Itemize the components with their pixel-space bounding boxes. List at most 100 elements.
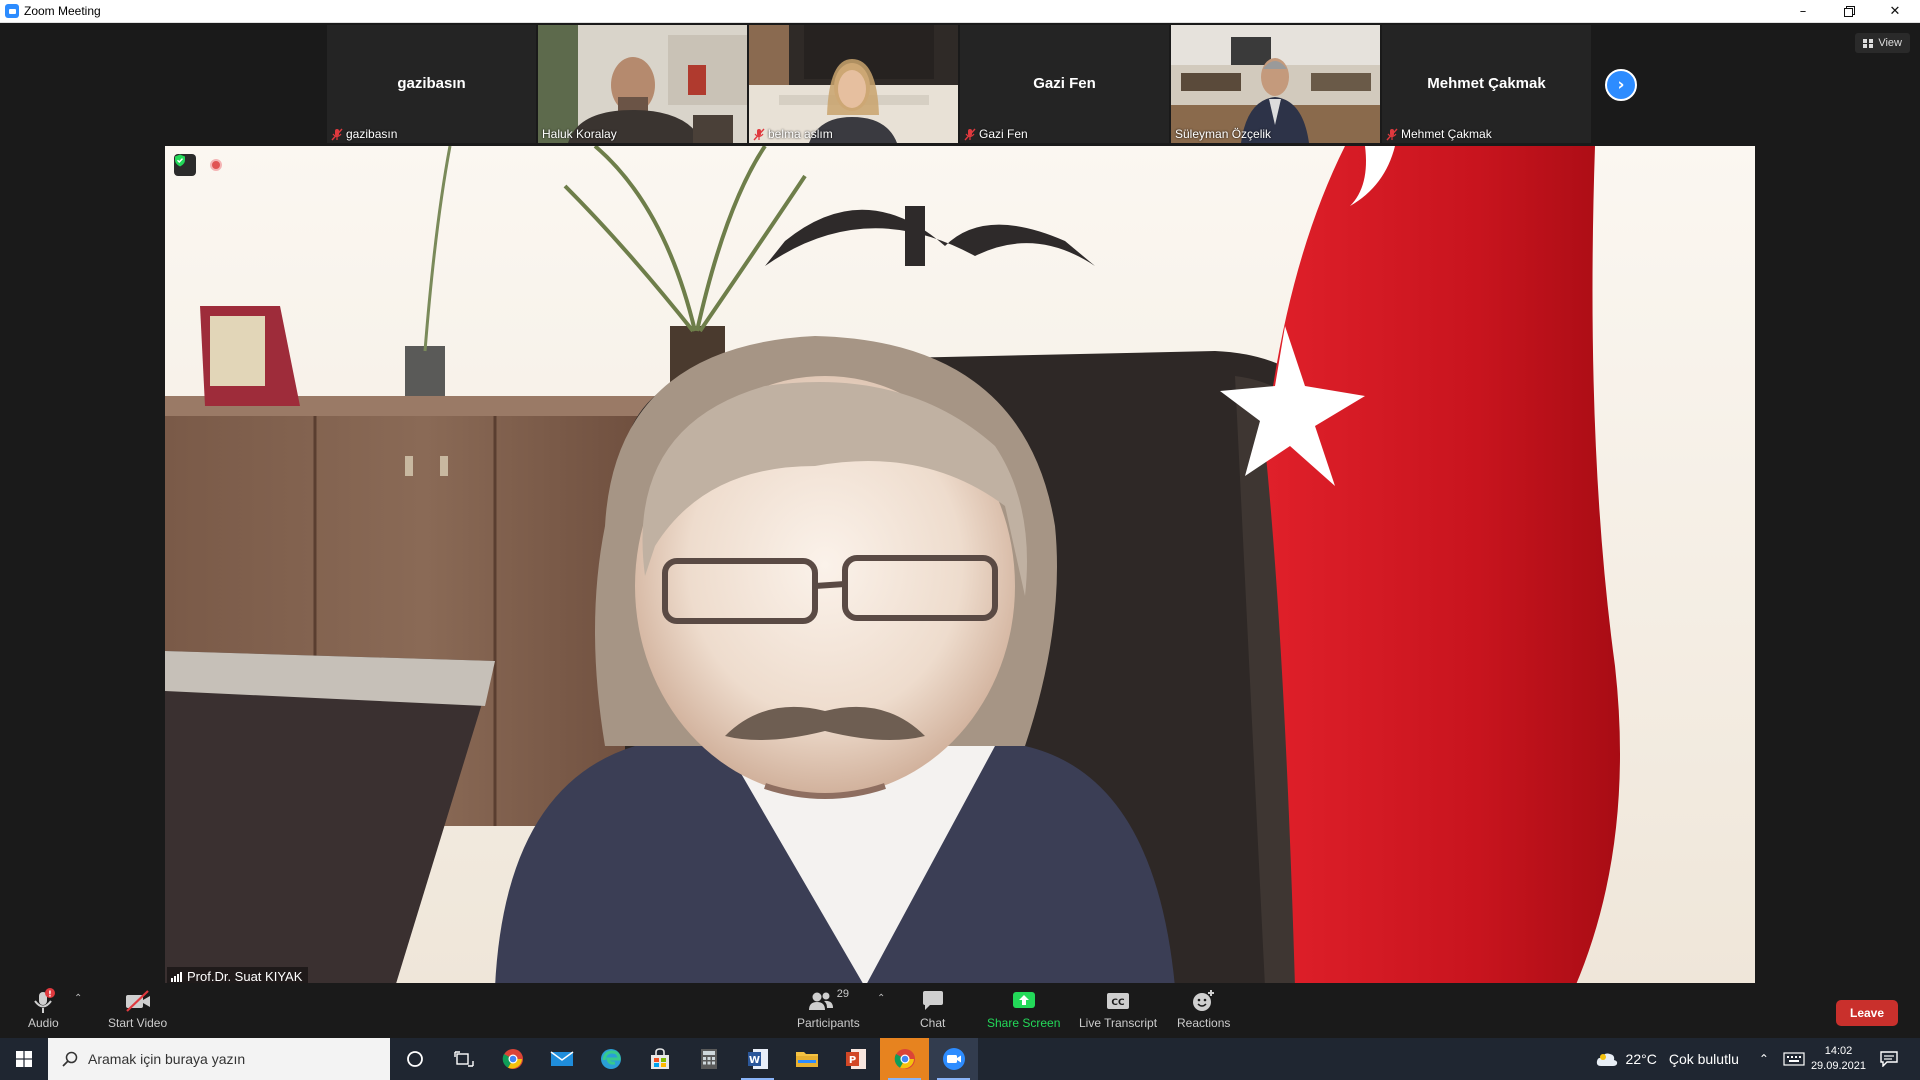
cortana-circle-icon xyxy=(406,1051,423,1067)
audio-options-caret[interactable]: ⌃ xyxy=(74,993,82,1004)
participant-video-feed xyxy=(538,25,747,143)
cortana-button[interactable] xyxy=(390,1038,439,1080)
participant-label: gazibasın xyxy=(346,127,398,141)
participant-tile-gazi-fen[interactable]: Gazi Fen Gazi Fen xyxy=(960,25,1169,143)
keyboard-icon[interactable] xyxy=(1783,1052,1805,1066)
taskbar-search-box[interactable]: Aramak için buraya yazın xyxy=(48,1038,390,1080)
speaker-video-feed xyxy=(165,146,1755,987)
taskbar-chrome-active[interactable] xyxy=(880,1038,929,1080)
cloud-weather-icon xyxy=(1596,1053,1617,1066)
search-placeholder: Aramak için buraya yazın xyxy=(88,1051,246,1067)
live-transcript-button[interactable]: CC Live Transcript xyxy=(1079,988,1157,1030)
muted-mic-icon xyxy=(753,128,765,140)
recording-indicator-icon xyxy=(210,159,222,171)
muted-mic-icon xyxy=(964,128,976,140)
muted-mic-icon xyxy=(331,128,343,140)
windows-taskbar: Aramak için buraya yazın W P 22°C Çok bu… xyxy=(0,1038,1920,1080)
participant-label: Süleyman Özçelik xyxy=(1175,127,1272,141)
taskbar-clock[interactable]: 14:02 29.09.2021 xyxy=(1811,1044,1866,1074)
encryption-shield-icon[interactable] xyxy=(174,154,196,176)
view-button[interactable]: View xyxy=(1855,33,1910,53)
participants-options-caret[interactable]: ⌃ xyxy=(877,993,885,1004)
participant-display-name: gazibasın xyxy=(397,75,466,92)
closed-caption-icon: CC xyxy=(1106,988,1130,1014)
participant-tile-gazibasin[interactable]: gazibasın gazibasın xyxy=(327,25,536,143)
calculator-icon xyxy=(700,1049,717,1069)
signal-strength-icon xyxy=(171,971,182,982)
taskbar-powerpoint[interactable]: P xyxy=(831,1038,880,1080)
next-page-button[interactable]: › xyxy=(1605,69,1637,101)
chat-icon xyxy=(922,988,944,1014)
live-transcript-label: Live Transcript xyxy=(1079,1016,1158,1030)
folder-icon xyxy=(795,1052,818,1067)
chrome-icon xyxy=(502,1049,523,1069)
taskbar-mail[interactable] xyxy=(537,1038,586,1080)
mail-icon xyxy=(550,1051,573,1066)
participants-label: Participants xyxy=(797,1016,860,1030)
tray-overflow-chevron-icon[interactable]: ⌃ xyxy=(1759,1052,1769,1066)
participant-name-row: gazibasın xyxy=(331,127,397,141)
participant-name-row: Mehmet Çakmak xyxy=(1386,127,1492,141)
task-view-button[interactable] xyxy=(439,1038,488,1080)
active-speaker-name: Prof.Dr. Suat KIYAK xyxy=(187,969,303,984)
muted-mic-icon xyxy=(1386,128,1398,140)
smiley-plus-icon xyxy=(1192,988,1216,1014)
weather-description[interactable]: Çok bulutlu xyxy=(1669,1051,1739,1067)
microphone-icon: ! xyxy=(31,988,56,1014)
participants-button[interactable]: 29 Participants xyxy=(797,988,860,1030)
participant-tile-haluk-koralay[interactable]: Haluk Koralay xyxy=(538,25,747,143)
start-video-button[interactable]: Start Video xyxy=(108,988,167,1030)
chat-label: Chat xyxy=(920,1016,946,1030)
svg-text:CC: CC xyxy=(1111,998,1125,1008)
taskbar-edge[interactable] xyxy=(586,1038,635,1080)
clock-time: 14:02 xyxy=(1824,1045,1853,1057)
taskbar-zoom[interactable] xyxy=(929,1038,978,1080)
thumbnail-strip: gazibasın gazibasın Haluk Koralay belma … xyxy=(327,25,1591,143)
windows-logo-icon xyxy=(16,1051,32,1067)
zoom-app-icon xyxy=(5,4,19,18)
participant-name-row: Gazi Fen xyxy=(964,127,1028,141)
restore-button[interactable] xyxy=(1826,0,1872,23)
chat-button[interactable]: Chat xyxy=(920,988,945,1030)
svg-text:P: P xyxy=(848,1055,855,1066)
leave-button[interactable]: Leave xyxy=(1836,1000,1898,1026)
participant-tile-suleyman-ozcelik[interactable]: Süleyman Özçelik xyxy=(1171,25,1380,143)
taskbar-word[interactable]: W xyxy=(733,1038,782,1080)
active-speaker-video: Prof.Dr. Suat KIYAK xyxy=(165,146,1755,987)
audio-label: Audio xyxy=(28,1016,59,1030)
notification-center-icon[interactable] xyxy=(1880,1051,1898,1067)
audio-button[interactable]: ! Audio xyxy=(28,988,59,1030)
participant-label: Haluk Koralay xyxy=(542,127,617,141)
share-screen-button[interactable]: Share Screen xyxy=(987,988,1060,1030)
powerpoint-icon: P xyxy=(845,1049,866,1069)
participant-tile-belma-aslim[interactable]: belma aslım xyxy=(749,25,958,143)
search-icon xyxy=(62,1051,78,1067)
clock-date: 29.09.2021 xyxy=(1810,1060,1866,1072)
restore-icon xyxy=(1843,6,1855,17)
participant-display-name: Gazi Fen xyxy=(1033,75,1096,92)
minimize-button[interactable]: – xyxy=(1780,0,1826,23)
taskbar-chrome[interactable] xyxy=(488,1038,537,1080)
chrome-icon xyxy=(894,1049,915,1069)
window-title: Zoom Meeting xyxy=(24,4,101,18)
taskbar-file-explorer[interactable] xyxy=(782,1038,831,1080)
participant-label: belma aslım xyxy=(768,127,833,141)
windows-start-button[interactable] xyxy=(0,1038,48,1080)
participant-tile-mehmet-cakmak[interactable]: Mehmet Çakmak Mehmet Çakmak xyxy=(1382,25,1591,143)
view-label: View xyxy=(1878,37,1902,49)
svg-text:W: W xyxy=(748,1055,759,1066)
video-off-icon xyxy=(124,988,152,1014)
participants-count: 29 xyxy=(836,988,849,1000)
taskbar-calculator[interactable] xyxy=(684,1038,733,1080)
system-tray: 22°C Çok bulutlu ⌃ 14:02 29.09.2021 xyxy=(1596,1038,1920,1080)
participant-label: Mehmet Çakmak xyxy=(1401,127,1492,141)
taskbar-store[interactable] xyxy=(635,1038,684,1080)
reactions-button[interactable]: Reactions xyxy=(1177,988,1230,1030)
store-bag-icon xyxy=(650,1048,669,1069)
zoom-icon xyxy=(942,1048,965,1070)
close-button[interactable]: ✕ xyxy=(1872,0,1918,23)
participant-video-feed xyxy=(1171,25,1380,143)
share-screen-icon xyxy=(1012,988,1036,1014)
participant-name-row: belma aslım xyxy=(753,127,833,141)
weather-temperature[interactable]: 22°C xyxy=(1626,1051,1657,1067)
